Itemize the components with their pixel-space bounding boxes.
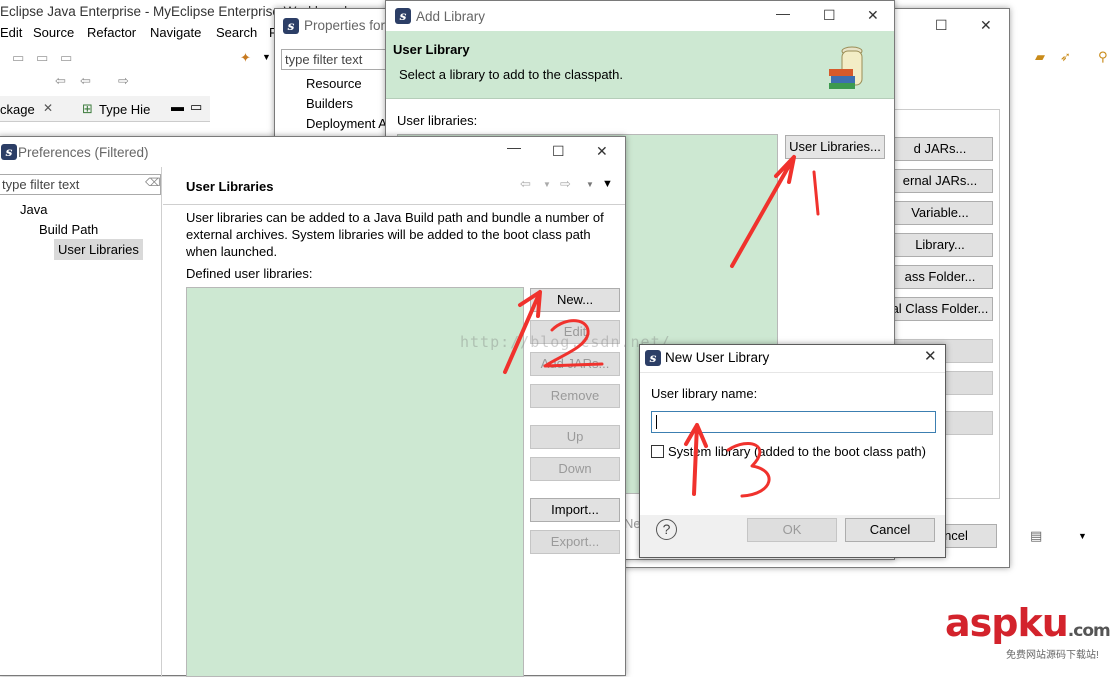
chevron-down-icon[interactable]: ▼	[1078, 531, 1087, 541]
tree-item-user-libraries[interactable]: User Libraries	[58, 242, 139, 257]
minimize-icon[interactable]: —	[507, 139, 521, 155]
eclipse-logo-icon: s	[645, 350, 661, 366]
page-description-line3: when launched.	[186, 244, 278, 259]
filter-input[interactable]: type filter text	[0, 174, 161, 195]
maximize-icon[interactable]: ▭	[190, 99, 202, 115]
add-external-class-folder-button[interactable]: al Class Folder...	[887, 297, 993, 321]
view-menu-icon[interactable]: ▤	[1030, 528, 1042, 544]
new-library-button[interactable]: New...	[530, 288, 620, 312]
import-button[interactable]: Import...	[530, 498, 620, 522]
eclipse-logo-icon: s	[283, 18, 299, 34]
hierarchy-icon: ⊞	[82, 101, 93, 116]
eclipse-logo-icon: s	[1, 144, 17, 160]
add-class-folder-button[interactable]: ass Folder...	[887, 265, 993, 289]
save-all-icon[interactable]: ▭	[36, 50, 48, 66]
close-icon[interactable]: ✕	[867, 7, 879, 24]
back-icon[interactable]: ⇦	[520, 176, 531, 192]
export-button[interactable]: Export...	[530, 530, 620, 554]
library-name-label: User library name:	[651, 386, 758, 401]
maximize-icon[interactable]: ☐	[935, 17, 948, 34]
maximize-icon[interactable]: ☐	[552, 143, 565, 160]
system-library-checkbox[interactable]	[651, 445, 664, 458]
folder-icon[interactable]: ▰	[1035, 49, 1045, 65]
nav-right-icon[interactable]: ⇨	[118, 73, 129, 89]
brand-suffix: .com	[1067, 621, 1111, 641]
filter-input[interactable]: type filter text	[281, 49, 391, 70]
nav-left-icon[interactable]: ⇦	[80, 73, 91, 89]
tab-package-explorer[interactable]: ckage	[0, 102, 35, 117]
up-button[interactable]: Up	[530, 425, 620, 449]
menu-edit[interactable]: Edit	[0, 25, 22, 40]
properties-title: Properties for	[304, 18, 386, 33]
new-wizard-icon[interactable]: ✦	[240, 50, 251, 66]
minimize-icon[interactable]: ▬	[171, 99, 184, 114]
print-icon[interactable]: ▭	[60, 50, 72, 66]
add-variable-button[interactable]: Variable...	[887, 201, 993, 225]
tree-item-java[interactable]: Java	[20, 202, 47, 217]
down-button[interactable]: Down	[530, 457, 620, 481]
user-libraries-button[interactable]: User Libraries...	[785, 135, 885, 159]
page-title: User Libraries	[186, 179, 274, 194]
add-jars-button[interactable]: Add JARs...	[530, 352, 620, 376]
close-icon[interactable]: ✕	[980, 17, 992, 34]
menu-refactor[interactable]: Refactor	[87, 25, 136, 40]
system-library-label[interactable]: System library (added to the boot class …	[668, 444, 926, 459]
ok-button[interactable]: OK	[747, 518, 837, 542]
eclipse-logo-icon: s	[395, 8, 411, 24]
tree-item-builders[interactable]: Builders	[306, 96, 353, 111]
tree-item-build-path[interactable]: Build Path	[39, 222, 98, 237]
add-library-title: Add Library	[416, 9, 486, 24]
search-icon[interactable]: ⚲	[1098, 49, 1108, 65]
chevron-down-icon[interactable]: ▼	[543, 180, 551, 189]
close-icon[interactable]: ✕	[596, 143, 608, 160]
cancel-button[interactable]: Cancel	[845, 518, 935, 542]
nav-back-icon[interactable]: ⇦	[55, 73, 66, 89]
menu-source[interactable]: Source	[33, 25, 74, 40]
new-user-library-dialog: s New User Library ✕ User library name: …	[639, 344, 946, 558]
chevron-down-icon[interactable]: ▼	[262, 52, 271, 62]
brand-tagline: 免费网站源码下载站!	[1006, 650, 1099, 661]
preferences-title: Preferences (Filtered)	[18, 145, 149, 160]
library-jar-icon	[829, 46, 863, 89]
tree-item-resource[interactable]: Resource	[306, 76, 362, 91]
brand-name-text: aspku	[945, 601, 1069, 645]
close-icon[interactable]: ✕	[43, 101, 53, 115]
add-library-button[interactable]: Library...	[887, 233, 993, 257]
add-jars-button[interactable]: d JARs...	[887, 137, 993, 161]
user-libraries-label: User libraries:	[397, 113, 478, 128]
view-menu-icon[interactable]: ▼	[602, 178, 613, 190]
defined-libraries-label: Defined user libraries:	[186, 266, 313, 281]
text-caret	[656, 415, 657, 429]
dialog-title: New User Library	[665, 350, 770, 365]
wizard-header-description: Select a library to add to the classpath…	[399, 67, 624, 82]
page-description-line1: User libraries can be added to a Java Bu…	[186, 210, 604, 225]
remove-button[interactable]: Remove	[530, 384, 620, 408]
preferences-window: s Preferences (Filtered) — ☐ ✕ type filt…	[0, 136, 626, 677]
maximize-icon[interactable]: ☐	[823, 7, 836, 24]
save-icon[interactable]: ▭	[12, 50, 24, 66]
library-name-input[interactable]	[651, 411, 936, 433]
menu-search[interactable]: Search	[216, 25, 257, 40]
clear-filter-icon[interactable]: ⌫	[145, 176, 161, 189]
add-external-jars-button[interactable]: ernal JARs...	[887, 169, 993, 193]
chevron-down-icon[interactable]: ▼	[586, 180, 594, 189]
minimize-icon[interactable]: —	[776, 5, 790, 21]
tree-item-deployment[interactable]: Deployment A	[306, 116, 387, 131]
menu-navigate[interactable]: Navigate	[150, 25, 201, 40]
page-description-line2: external archives. System libraries will…	[186, 227, 591, 242]
close-icon[interactable]: ✕	[924, 347, 937, 365]
forward-icon[interactable]: ⇨	[560, 176, 571, 192]
help-icon[interactable]: ?	[656, 519, 677, 540]
brand-name: aspku.com	[945, 601, 1111, 651]
wizard-header-title: User Library	[393, 42, 470, 57]
rocket-icon[interactable]: ➶	[1060, 49, 1071, 65]
tab-type-hierarchy[interactable]: Type Hie	[99, 102, 150, 117]
